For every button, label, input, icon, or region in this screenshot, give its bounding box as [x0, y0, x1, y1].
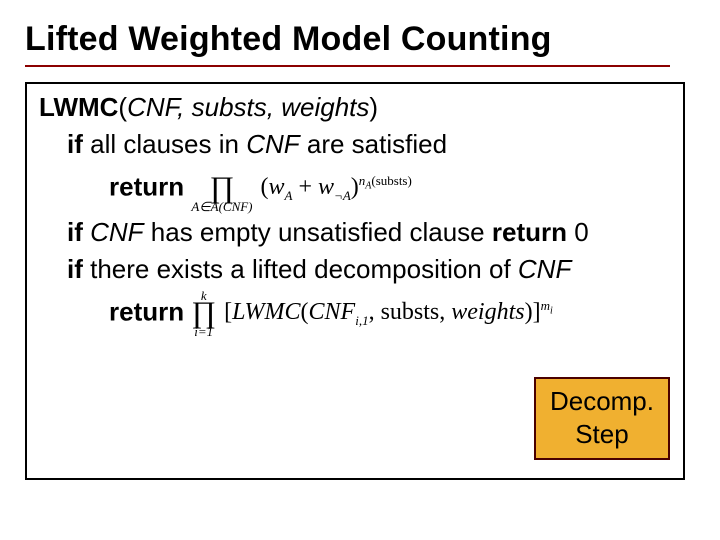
kw-if: if: [67, 254, 83, 284]
prod-sub: A∈A(CNF): [191, 200, 252, 213]
math-expr-1: ∏ A∈A(CNF) (wA + w¬A)nA(substs): [191, 164, 411, 213]
line-if-empty: if CNF has empty unsatisfied clause retu…: [67, 215, 671, 250]
algo-signature: LWMC(CNF, substs, weights): [39, 90, 671, 125]
zero: 0: [567, 217, 589, 247]
kw-if: if: [67, 129, 83, 159]
product-icon: ∏ A∈A(CNF): [191, 164, 252, 213]
decomp-step-callout: Decomp. Step: [534, 377, 670, 460]
close-paren: ): [351, 174, 359, 200]
w2: w: [318, 174, 334, 200]
prod-symbol: ∏: [191, 174, 252, 202]
prod-symbol: ∏: [191, 299, 216, 327]
kw-return: return: [492, 217, 567, 247]
text: are satisfied: [300, 129, 447, 159]
text: there exists a lifted decomposition of: [83, 254, 518, 284]
arg1: CNF: [309, 299, 356, 325]
paren-open: (: [118, 92, 127, 122]
math-expr-2: k ∏ i=1 [LWMC(CNFi,1, substs, weights)]m…: [191, 289, 552, 338]
line-return-product1: return ∏ A∈A(CNF) (wA + w¬A)nA(substs): [109, 164, 671, 213]
slide-title: Lifted Weighted Model Counting: [25, 20, 670, 59]
algo-args: CNF, substs, weights: [127, 92, 369, 122]
arg1-sub: i,1: [355, 313, 368, 328]
w2-sub: ¬A: [334, 188, 351, 203]
bracket-close: ]: [533, 299, 541, 325]
slide: Lifted Weighted Model Counting LWMC(CNF,…: [0, 0, 720, 540]
arg2: substs: [381, 299, 440, 325]
open-paren: (: [261, 174, 269, 200]
kw-return: return: [109, 297, 184, 327]
callout-line2: Step: [550, 418, 654, 451]
comma: ,: [369, 299, 381, 325]
prod-sub: i=1: [191, 325, 216, 338]
plus: +: [292, 174, 318, 200]
paren-close: ): [369, 92, 378, 122]
line-if-satisfied: if all clauses in CNF are satisfied: [67, 127, 671, 162]
arg3: weights: [451, 299, 524, 325]
fn: LWMC: [232, 299, 300, 325]
w1: w: [269, 174, 285, 200]
fn-paren-close: ): [525, 299, 533, 325]
bracket-open: [: [224, 299, 232, 325]
algo-name: LWMC: [39, 92, 118, 122]
kw-return: return: [109, 172, 184, 202]
fn-paren-open: (: [301, 299, 309, 325]
exp: nA(substs): [359, 173, 412, 188]
comma: ,: [439, 299, 451, 325]
product-icon: k ∏ i=1: [191, 289, 216, 338]
line-return-product2: return k ∏ i=1 [LWMC(CNFi,1, substs, wei…: [109, 289, 671, 338]
exp: mi: [541, 298, 553, 313]
cnf: CNF: [90, 217, 143, 247]
cnf: CNF: [518, 254, 571, 284]
title-underline: Lifted Weighted Model Counting: [25, 20, 670, 67]
cnf: CNF: [246, 129, 299, 159]
text: has empty unsatisfied clause: [144, 217, 492, 247]
text: all clauses in: [83, 129, 246, 159]
line-if-decomp: if there exists a lifted decomposition o…: [67, 252, 671, 287]
callout-line1: Decomp.: [550, 385, 654, 418]
kw-if: if: [67, 217, 83, 247]
